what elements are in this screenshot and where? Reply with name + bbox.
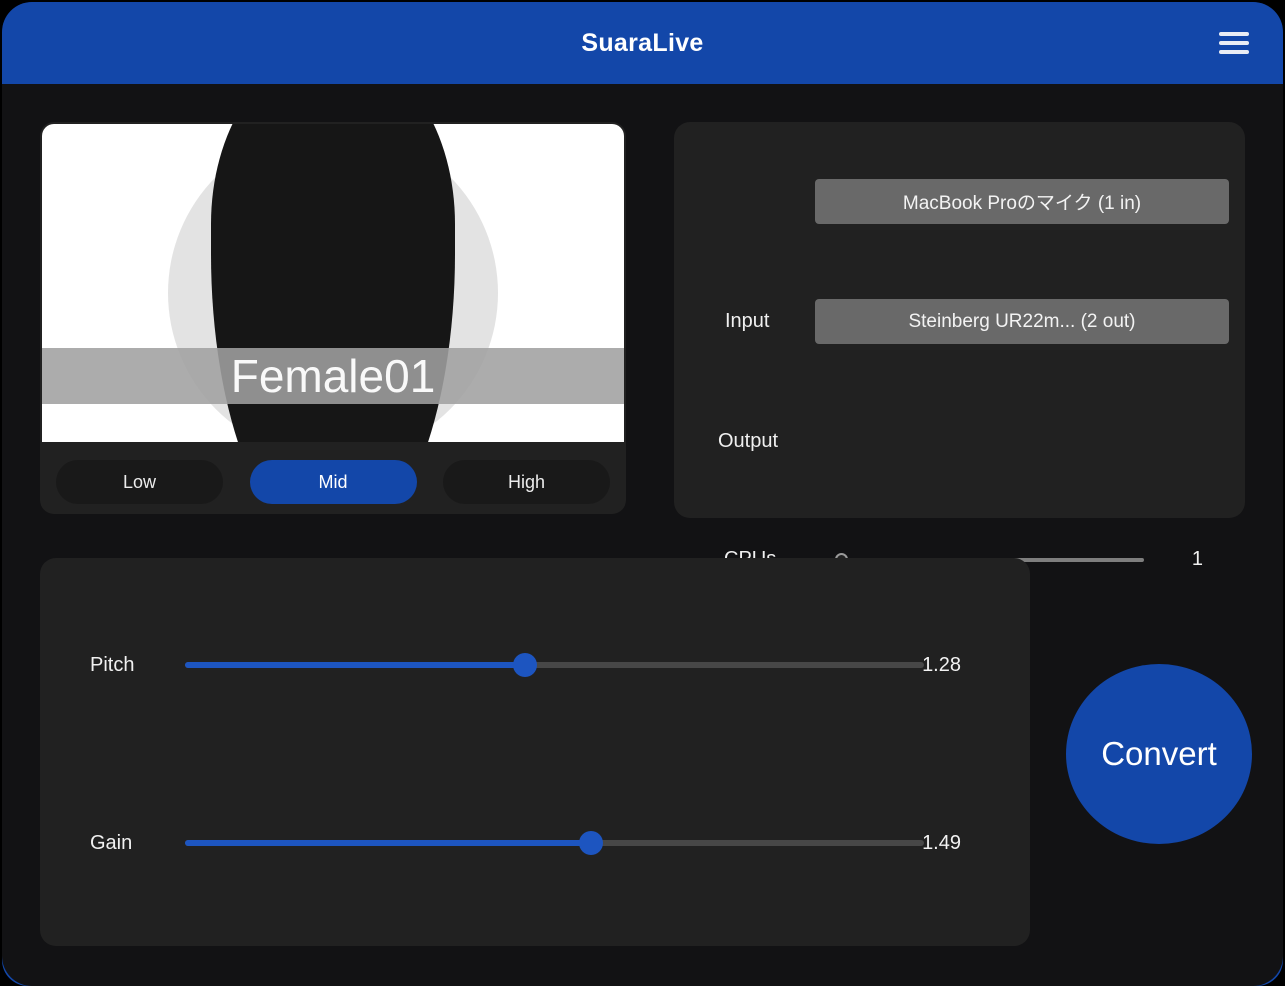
device-card: Input MacBook Proのマイク (1 in) Output Stei… <box>674 122 1245 518</box>
gain-label: Gain <box>90 832 132 855</box>
voice-avatar: Female01 <box>42 124 624 442</box>
app-root: SuaraLive Female01 Low Mid High Input <box>0 0 1285 986</box>
input-device-select[interactable]: MacBook Proのマイク (1 in) <box>815 179 1229 224</box>
hamburger-menu-icon[interactable] <box>1219 30 1253 56</box>
gain-slider[interactable] <box>185 840 924 846</box>
pitch-label: Pitch <box>90 654 134 677</box>
app-title: SuaraLive <box>581 29 703 58</box>
pitch-slider-fill <box>185 662 525 668</box>
cpus-value: 1 <box>1192 548 1203 571</box>
title-bar: SuaraLive <box>2 2 1283 84</box>
controls-card <box>40 558 1030 946</box>
input-label: Input <box>725 310 769 333</box>
voice-name-band: Female01 <box>42 348 624 404</box>
convert-button[interactable]: Convert <box>1066 664 1252 844</box>
range-button-low[interactable]: Low <box>56 460 223 504</box>
voice-name: Female01 <box>231 349 436 403</box>
pitch-value: 1.28 <box>891 654 961 677</box>
voice-card: Female01 Low Mid High <box>40 122 626 514</box>
output-device-select[interactable]: Steinberg UR22m... (2 out) <box>815 299 1229 344</box>
pitch-slider-thumb[interactable] <box>513 653 537 677</box>
gain-value: 1.49 <box>891 832 961 855</box>
voice-range-selector: Low Mid High <box>56 460 610 504</box>
app-window: SuaraLive Female01 Low Mid High Input <box>2 2 1283 986</box>
range-button-high[interactable]: High <box>443 460 610 504</box>
pitch-slider[interactable] <box>185 662 924 668</box>
gain-slider-fill <box>185 840 591 846</box>
output-label: Output <box>718 430 778 453</box>
range-button-mid[interactable]: Mid <box>250 460 417 504</box>
